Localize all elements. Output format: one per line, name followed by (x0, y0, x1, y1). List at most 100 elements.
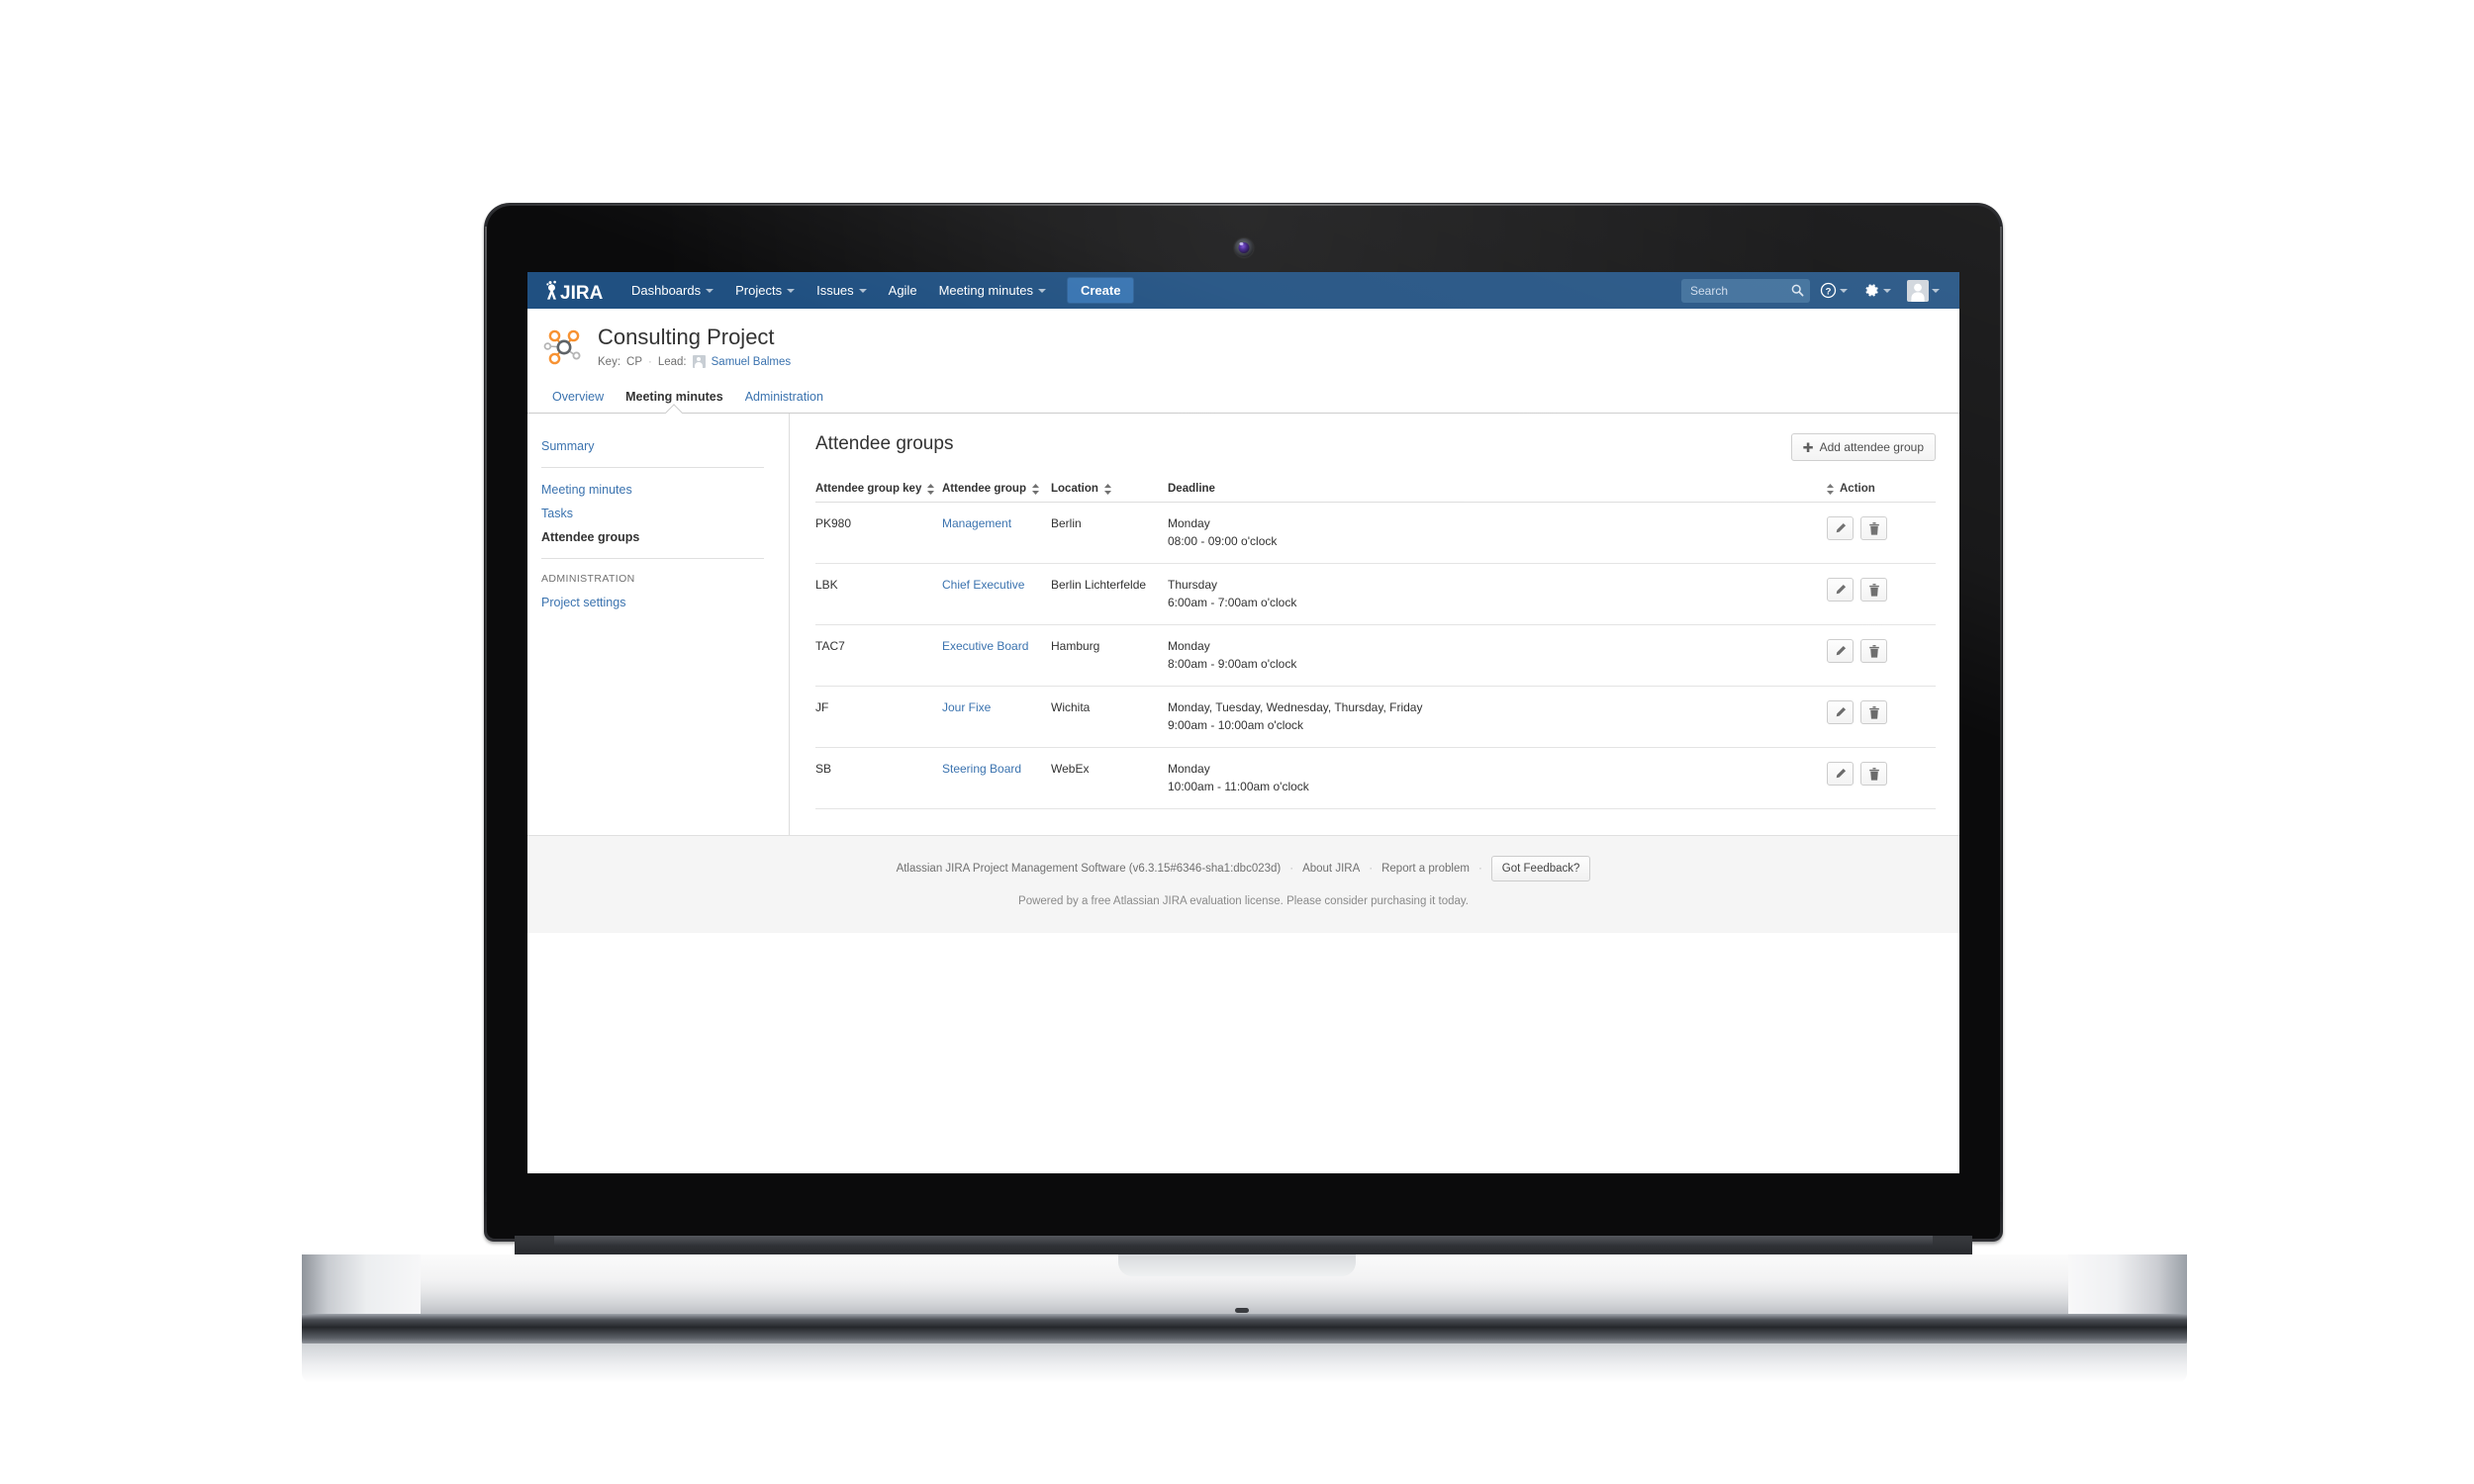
help-menu-button[interactable]: ? (1814, 278, 1854, 303)
cell-deadline: Monday, Tuesday, Wednesday, Thursday, Fr… (1168, 686, 1827, 748)
laptop-base-front (302, 1314, 2187, 1347)
column-header-attendee-group-key[interactable]: Attendee group key (815, 483, 942, 503)
create-button[interactable]: Create (1066, 277, 1135, 304)
edit-button[interactable] (1827, 639, 1854, 663)
nav-item-projects[interactable]: Projects (724, 272, 806, 309)
project-key-value: CP (626, 355, 642, 368)
tab-administration[interactable]: Administration (734, 384, 834, 413)
navbar-right-group: ? (1681, 276, 1959, 306)
pencil-icon (1836, 522, 1846, 533)
column-header-attendee-group[interactable]: Attendee group (942, 483, 1051, 503)
search-box[interactable] (1681, 278, 1810, 303)
edit-button[interactable] (1827, 700, 1854, 724)
user-menu-button[interactable] (1901, 276, 1946, 306)
cell-location: Berlin Lichterfelde (1051, 563, 1168, 625)
main-content: Attendee groups ✚ Add attendee group Att… (790, 414, 1959, 835)
column-header-deadline[interactable]: Deadline (1168, 483, 1827, 503)
nav-item-label: Dashboards (631, 283, 702, 298)
laptop-base-left-edge (302, 1254, 421, 1316)
project-network-icon (543, 329, 581, 365)
screen-viewport: JIRA Dashboards Projects Issues Agile Me… (527, 272, 1959, 1173)
deadline-time: 10:00am - 11:00am o'clock (1168, 780, 1309, 793)
footer-product-version: Atlassian JIRA Project Management Softwa… (896, 863, 1282, 875)
svg-text:?: ? (1826, 286, 1832, 297)
group-link[interactable]: Steering Board (942, 762, 1021, 776)
jira-logo[interactable]: JIRA (540, 280, 604, 302)
cell-group-name: Chief Executive (942, 563, 1051, 625)
sidebar-item-meeting-minutes[interactable]: Meeting minutes (541, 478, 789, 502)
delete-button[interactable] (1860, 639, 1887, 663)
pencil-icon (1836, 706, 1846, 717)
footer-separator: · (1289, 863, 1294, 875)
column-header-location[interactable]: Location (1051, 483, 1168, 503)
project-lead-link[interactable]: Samuel Balmes (712, 356, 792, 368)
got-feedback-button[interactable]: Got Feedback? (1490, 856, 1591, 881)
report-problem-link[interactable]: Report a problem (1381, 863, 1470, 875)
tab-meeting-minutes[interactable]: Meeting minutes (615, 384, 734, 413)
column-header-action: Action (1827, 483, 1936, 503)
delete-button[interactable] (1860, 762, 1887, 786)
edit-button[interactable] (1827, 516, 1854, 540)
nav-item-label: Meeting minutes (938, 283, 1033, 298)
cell-actions (1827, 563, 1936, 625)
group-link[interactable]: Chief Executive (942, 578, 1024, 592)
pencil-icon (1836, 584, 1846, 595)
deadline-time: 6:00am - 7:00am o'clock (1168, 596, 1297, 609)
edit-button[interactable] (1827, 762, 1854, 786)
project-lead-label: Lead: (657, 355, 687, 368)
trash-icon (1868, 644, 1879, 658)
project-key-label: Key: (598, 355, 621, 368)
deadline-days: Monday (1168, 639, 1210, 653)
cell-deadline: Monday 8:00am - 9:00am o'clock (1168, 624, 1827, 687)
group-link[interactable]: Management (942, 516, 1011, 530)
sidebar-item-summary[interactable]: Summary (541, 434, 789, 458)
column-label: Location (1051, 483, 1098, 495)
nav-item-agile[interactable]: Agile (878, 272, 928, 309)
cell-group-key: TAC7 (815, 624, 942, 687)
delete-button[interactable] (1860, 516, 1887, 540)
add-attendee-group-button[interactable]: ✚ Add attendee group (1790, 433, 1936, 461)
sidebar-divider (541, 467, 764, 468)
cell-group-name: Steering Board (942, 747, 1051, 809)
tab-overview[interactable]: Overview (541, 384, 615, 413)
laptop-base-notch (1118, 1254, 1356, 1276)
nav-item-issues[interactable]: Issues (806, 272, 878, 309)
cell-group-name: Executive Board (942, 624, 1051, 687)
edit-button[interactable] (1827, 578, 1854, 602)
group-link[interactable]: Jour Fixe (942, 700, 991, 714)
sidebar-item-project-settings[interactable]: Project settings (541, 591, 789, 614)
table-header-row: Attendee group key Attendee group Locati… (815, 483, 1936, 503)
laptop-base-right-edge (2068, 1254, 2187, 1316)
about-jira-link[interactable]: About JIRA (1302, 863, 1360, 875)
cell-actions (1827, 624, 1936, 687)
group-link[interactable]: Executive Board (942, 639, 1028, 653)
content-title: Attendee groups (815, 433, 954, 454)
delete-button[interactable] (1860, 700, 1887, 724)
delete-button[interactable] (1860, 578, 1887, 602)
cell-location: Wichita (1051, 686, 1168, 748)
help-icon: ? (1820, 282, 1837, 299)
add-attendee-group-label: Add attendee group (1819, 440, 1924, 454)
sidebar: Summary Meeting minutes Tasks Attendee g… (527, 414, 790, 835)
settings-menu-button[interactable] (1857, 278, 1897, 303)
nav-item-meeting-minutes[interactable]: Meeting minutes (928, 272, 1057, 309)
sidebar-item-attendee-groups[interactable]: Attendee groups (541, 525, 789, 549)
nav-item-dashboards[interactable]: Dashboards (620, 272, 724, 309)
deadline-days: Monday (1168, 762, 1210, 776)
footer-links-row: Atlassian JIRA Project Management Softwa… (527, 856, 1959, 881)
user-avatar-icon (1907, 279, 1929, 302)
deadline-time: 9:00am - 10:00am o'clock (1168, 718, 1304, 732)
deadline-time: 8:00am - 9:00am o'clock (1168, 657, 1297, 671)
sidebar-item-tasks[interactable]: Tasks (541, 502, 789, 525)
laptop-base-shadow (302, 1344, 2187, 1383)
table-body: PK980 Management Berlin Monday 08:00 - 0… (815, 502, 1936, 809)
cell-actions (1827, 502, 1936, 564)
laptop-base-indicator (1235, 1308, 1249, 1313)
project-tabs: Overview Meeting minutes Administration (527, 384, 1959, 414)
chevron-down-icon (706, 288, 714, 293)
pencil-icon (1836, 645, 1846, 656)
lid-right-highlight (2000, 227, 2002, 1202)
cell-group-key: SB (815, 747, 942, 809)
app-body: Summary Meeting minutes Tasks Attendee g… (527, 414, 1959, 835)
nav-item-label: Projects (735, 283, 783, 298)
